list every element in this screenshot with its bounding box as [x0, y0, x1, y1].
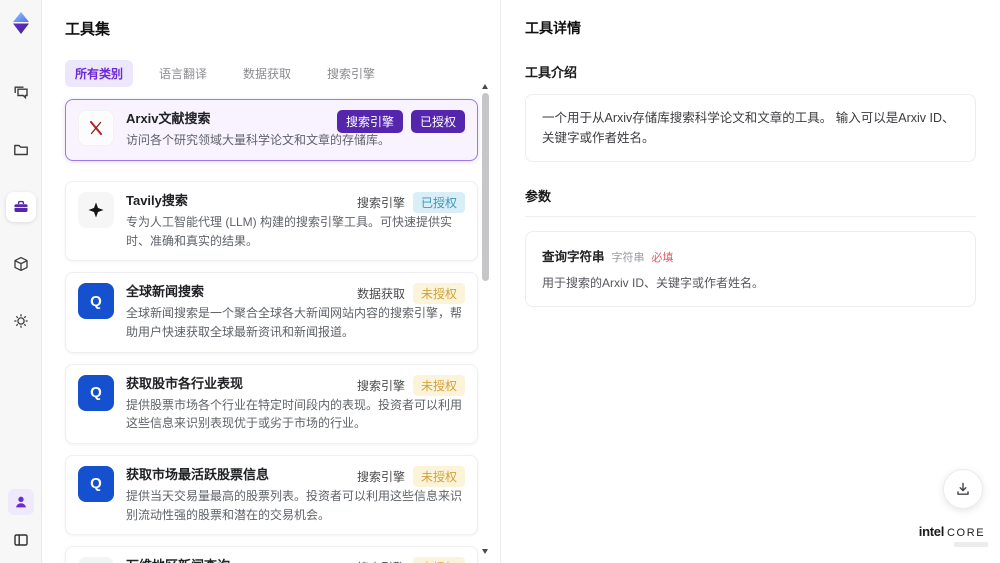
detail-title: 工具详情 [525, 20, 581, 36]
tab-all-categories[interactable]: 所有类别 [65, 60, 134, 87]
tool-card-regional-news[interactable]: 万维地区新闻查询 查询具体行政区划内的新闻，快速了解各地新闻动 搜索引擎 未授权 [65, 546, 478, 563]
category-tag: 搜索引擎 [356, 378, 405, 393]
scroll-up-icon[interactable] [482, 84, 488, 89]
scroll-down-icon[interactable] [482, 549, 488, 554]
tool-card-arxiv[interactable]: Arxiv文献搜索 访问各个研究领域大量科学论文和文章的存储库。 搜索引擎 已授… [65, 99, 478, 161]
tab-language-translation[interactable]: 语言翻译 [149, 60, 217, 87]
newspaper-icon [78, 557, 114, 563]
scrollbar-thumb[interactable] [482, 93, 489, 281]
auth-status-badge: 未授权 [412, 465, 465, 487]
tool-desc: 提供股票市场各个行业在特定时间段内的表现。投资者可以利用这些信息来识别表现优于或… [126, 397, 463, 431]
param-card: 查询字符串 字符串 必填 用于搜索的Arxiv ID、关键字或作者姓名。 [525, 231, 976, 307]
auth-status-badge: 未授权 [412, 374, 465, 396]
rail-nav [5, 78, 36, 336]
q-news-logo-icon: Q [78, 465, 114, 502]
left-rail [0, 0, 42, 563]
brand-core-text: CORE [947, 527, 986, 539]
category-tag: 搜索引擎 [336, 110, 403, 133]
params-heading: 参数 [525, 186, 976, 217]
category-tag: 搜索引擎 [356, 195, 405, 210]
panel-toggle-icon[interactable] [6, 525, 36, 555]
param-required-badge: 必填 [651, 252, 674, 264]
arxiv-logo-icon [78, 110, 114, 146]
scrollbar[interactable] [481, 84, 490, 554]
download-icon [957, 482, 969, 495]
q-news-logo-icon: Q [78, 283, 114, 320]
tool-card-global-news[interactable]: Q 全球新闻搜索 全球新闻搜索是一个聚合全球各大新闻网站内容的搜索引擎，帮助用户… [65, 272, 478, 353]
page-title: 工具集 [65, 21, 111, 38]
download-button[interactable] [943, 469, 983, 509]
cube-icon[interactable] [6, 249, 36, 279]
tool-desc: 专为人工智能代理 (LLM) 构建的搜索引擎工具。可快速提供实时、准确和真实的结… [126, 214, 453, 248]
tool-desc: 访问各个研究领域大量科学论文和文章的存储库。 [126, 133, 391, 148]
category-tag: 搜索引擎 [356, 469, 405, 484]
q-news-logo-icon: Q [78, 374, 114, 411]
tool-card-most-active-stocks[interactable]: Q 获取市场最活跃股票信息 提供当天交易量最高的股票列表。投资者可以利用这些信息… [65, 454, 478, 536]
tool-list-panel: 工具集 所有类别 语言翻译 数据获取 搜索引擎 Arxiv文献搜索 访问各个研究… [42, 0, 500, 563]
param-type: 字符串 [611, 252, 645, 264]
category-tabs: 所有类别 语言翻译 数据获取 搜索引擎 [65, 60, 500, 87]
tool-desc: 提供当天交易量最高的股票列表。投资者可以利用这些信息来识别流动性强的股票和潜在的… [126, 489, 463, 522]
tool-detail-panel: 工具详情 工具介绍 一个用于从Arxiv存储库搜索科学论文和文章的工具。 输入可… [500, 0, 1000, 563]
auth-status-badge: 未授权 [412, 557, 465, 563]
param-desc: 用于搜索的Arxiv ID、关键字或作者姓名。 [542, 276, 765, 290]
param-name: 查询字符串 [542, 250, 605, 264]
toolbox-icon[interactable] [5, 192, 36, 222]
tavily-star-icon [78, 191, 114, 228]
brand-subtext-placeholder [954, 542, 988, 547]
tool-card-sector-performance[interactable]: Q 获取股市各行业表现 提供股票市场各个行业在特定时间段内的表现。投资者可以利用… [65, 363, 478, 444]
intro-text: 一个用于从Arxiv存储库搜索科学论文和文章的工具。 输入可以是Arxiv ID… [525, 94, 976, 162]
intel-core-logo: intel CORE [916, 524, 988, 547]
category-tag: 数据获取 [356, 287, 405, 302]
app-logo[interactable] [8, 10, 34, 36]
tab-search-engine[interactable]: 搜索引擎 [317, 60, 385, 87]
tool-desc: 全球新闻搜索是一个聚合全球各大新闻网站内容的搜索引擎，帮助用户快速获取全球最新资… [126, 306, 463, 339]
category-tag: 搜索引擎 [357, 559, 405, 563]
user-icon[interactable] [7, 489, 34, 515]
auth-status-badge: 已授权 [410, 110, 465, 133]
app-window: 工具集 所有类别 语言翻译 数据获取 搜索引擎 Arxiv文献搜索 访问各个研究… [0, 0, 1000, 563]
gear-icon[interactable] [6, 306, 36, 336]
auth-status-badge: 已授权 [412, 191, 465, 213]
tab-data-fetch[interactable]: 数据获取 [233, 60, 301, 87]
brand-intel-text: intel [918, 524, 945, 539]
tool-list: Arxiv文献搜索 访问各个研究领域大量科学论文和文章的存储库。 搜索引擎 已授… [65, 99, 478, 563]
intro-heading: 工具介绍 [525, 65, 578, 80]
rail-bottom [6, 489, 36, 555]
folder-icon[interactable] [6, 135, 36, 165]
chat-icon[interactable] [6, 78, 36, 108]
tool-card-tavily[interactable]: Tavily搜索 专为人工智能代理 (LLM) 构建的搜索引擎工具。可快速提供实… [65, 180, 478, 262]
auth-status-badge: 未授权 [412, 283, 465, 305]
